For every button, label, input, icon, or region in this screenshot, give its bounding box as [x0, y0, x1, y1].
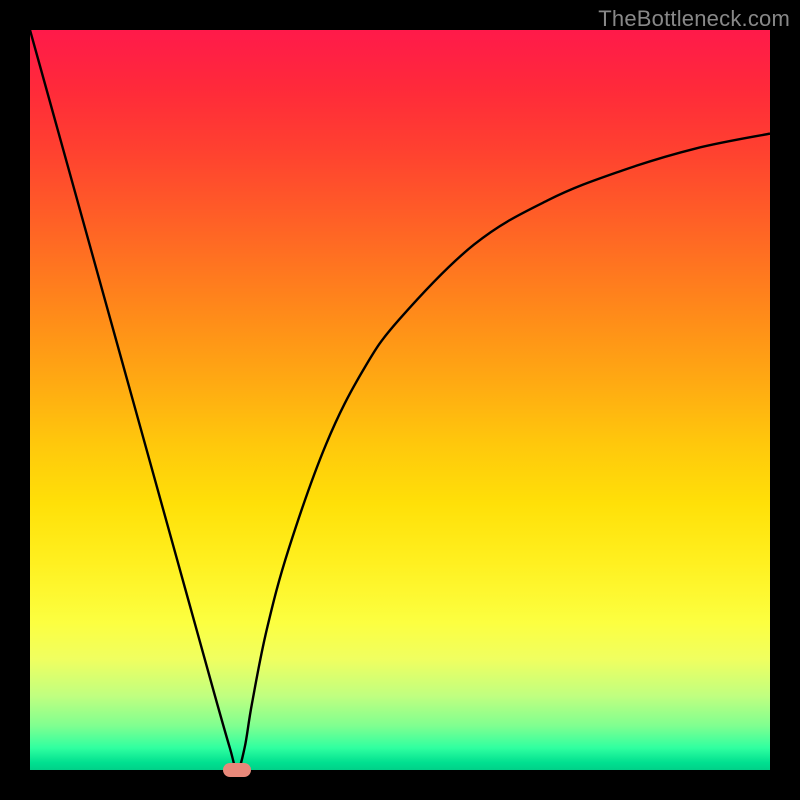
watermark-label: TheBottleneck.com — [598, 6, 790, 32]
optimal-marker — [223, 763, 251, 777]
plot-area — [30, 30, 770, 770]
bottleneck-curve — [30, 30, 770, 770]
chart-container: TheBottleneck.com — [0, 0, 800, 800]
